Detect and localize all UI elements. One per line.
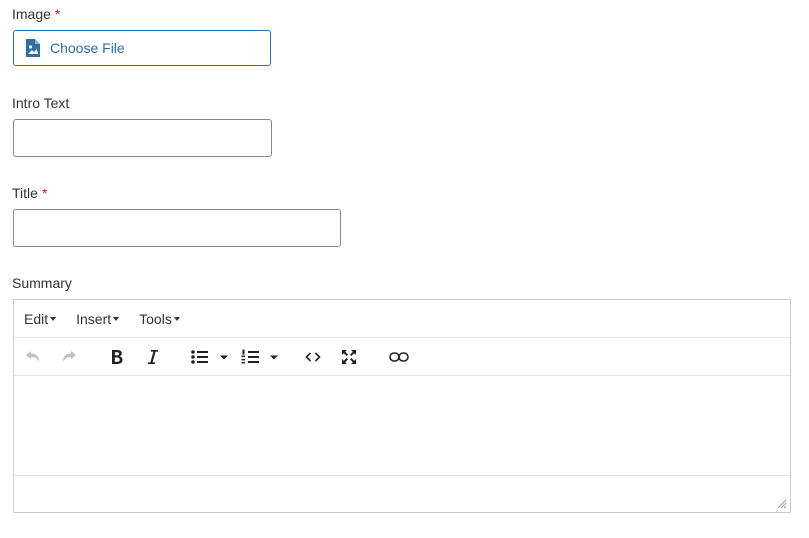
intro-text-label: Intro Text: [12, 95, 70, 111]
bullet-list-icon: [191, 350, 228, 364]
intro-text-input[interactable]: [13, 119, 272, 157]
image-label-row: Image *: [12, 5, 60, 23]
unlink-icon: [389, 352, 409, 362]
redo-icon: [63, 351, 76, 362]
numbered-list-button[interactable]: [241, 347, 283, 367]
chevron-down-icon: [173, 316, 180, 321]
summary-editor: Edit Insert Tools: [13, 299, 791, 513]
summary-label: Summary: [12, 275, 72, 291]
required-marker: *: [54, 6, 61, 22]
bold-button[interactable]: [108, 347, 126, 367]
menu-insert-label: Insert: [76, 310, 112, 327]
editor-statusbar: [14, 476, 790, 512]
image-label: Image: [12, 6, 51, 22]
editor-menubar: Edit Insert Tools: [14, 300, 790, 338]
bold-icon: [112, 350, 123, 364]
unlink-button[interactable]: [388, 347, 410, 367]
menu-insert[interactable]: Insert: [76, 310, 120, 327]
italic-button[interactable]: [144, 347, 162, 367]
editor-toolbar: [14, 338, 790, 376]
numbered-list-icon: [241, 349, 278, 364]
redo-button[interactable]: [60, 347, 78, 367]
fullscreen-icon: [342, 350, 356, 364]
resize-handle-icon[interactable]: [777, 499, 787, 509]
required-marker: *: [41, 185, 48, 201]
bullet-list-button[interactable]: [190, 347, 232, 367]
undo-icon: [26, 351, 39, 362]
menu-tools[interactable]: Tools: [139, 311, 180, 327]
menu-edit[interactable]: Edit: [24, 310, 57, 327]
fullscreen-button[interactable]: [340, 347, 358, 367]
code-button[interactable]: [304, 347, 322, 367]
chevron-down-icon: [113, 316, 120, 321]
code-icon: [305, 352, 321, 362]
image-file-icon: [24, 38, 42, 58]
chevron-down-icon: [50, 316, 57, 321]
editor-content-area[interactable]: [14, 376, 790, 476]
choose-file-label: Choose File: [50, 40, 125, 56]
italic-icon: [148, 350, 158, 364]
undo-button[interactable]: [24, 347, 42, 367]
title-label: Title: [12, 185, 38, 201]
menu-tools-label: Tools: [139, 310, 172, 327]
menu-edit-label: Edit: [24, 310, 49, 327]
choose-file-button[interactable]: Choose File: [13, 30, 271, 66]
title-label-row: Title *: [12, 184, 47, 202]
title-input[interactable]: [13, 209, 341, 247]
